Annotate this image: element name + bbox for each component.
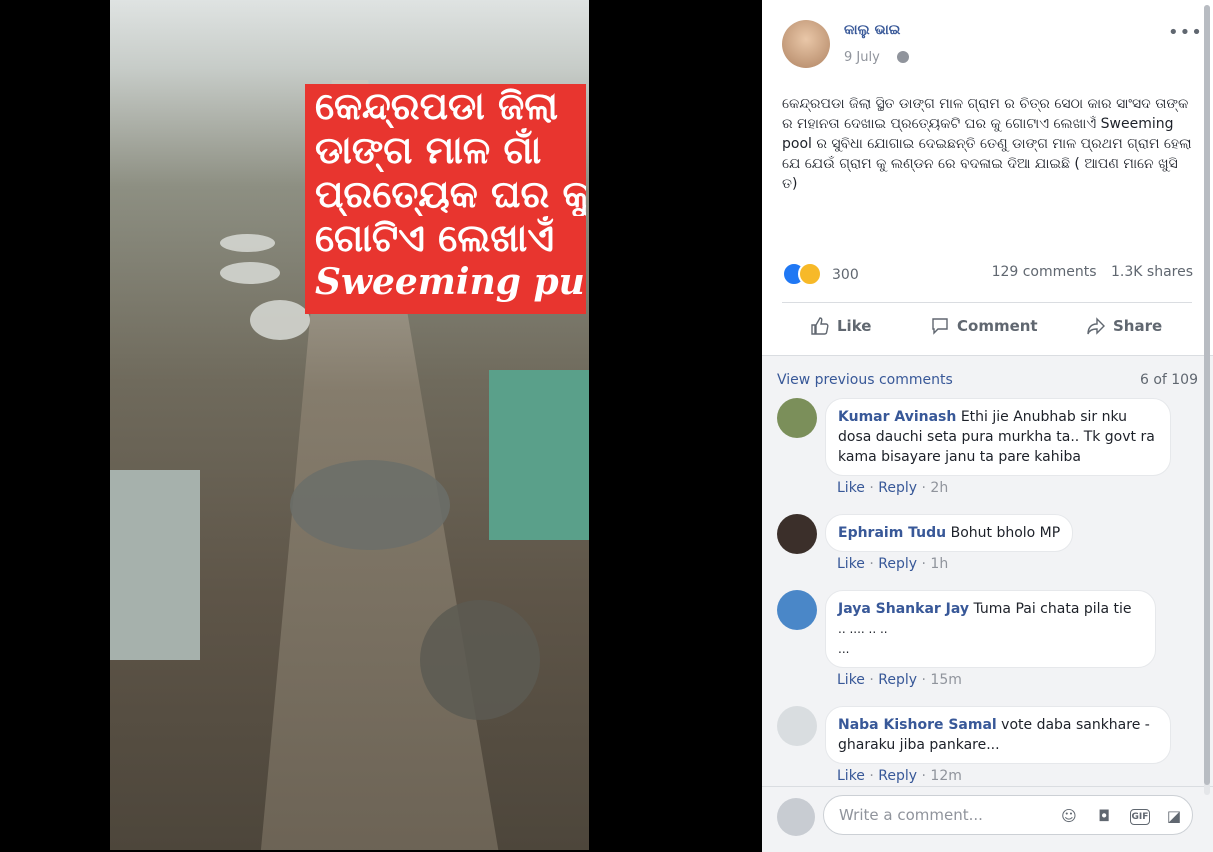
puddle bbox=[220, 262, 280, 284]
comment-time[interactable]: 15m bbox=[930, 672, 961, 688]
comment-reply-link[interactable]: Reply bbox=[878, 556, 917, 572]
comment-icon bbox=[932, 318, 948, 335]
author-avatar[interactable] bbox=[782, 20, 830, 68]
share-button[interactable]: Share bbox=[1086, 316, 1162, 336]
comment-text-line: .. .... .. .. bbox=[838, 622, 888, 636]
comment-input[interactable]: Write a comment... ☺ ◘ GIF ◪ bbox=[823, 795, 1193, 835]
comment-time[interactable]: 12m bbox=[930, 768, 961, 784]
haha-reaction-icon bbox=[798, 262, 822, 286]
sticker-icon[interactable]: ◪ bbox=[1165, 807, 1183, 825]
emoji-icon[interactable]: ☺ bbox=[1060, 807, 1078, 825]
banner-line: ଡାଙ୍ଗ ମାଳ ଗାଁ bbox=[315, 128, 542, 172]
comment-text: Tuma Pai chata pila tie bbox=[973, 601, 1132, 617]
commenter-avatar[interactable] bbox=[777, 590, 817, 630]
comment-actions: Like · Reply · 2h bbox=[837, 480, 949, 496]
puddle bbox=[250, 300, 310, 340]
post-text: କେନ୍ଦ୍ରପଡା ଜିଲା ସ୍ଥିତ ଡାଙ୍ଗ ମାଳ ଗ୍ରାମ ର … bbox=[782, 96, 1192, 192]
comment-bubble: Jaya Shankar Jay Tuma Pai chata pila tie… bbox=[825, 590, 1156, 668]
comment-bubble: Naba Kishore Samal vote daba sankhare - … bbox=[825, 706, 1171, 764]
commenter-avatar[interactable] bbox=[777, 706, 817, 746]
commenter-name[interactable]: Ephraim Tudu bbox=[838, 525, 946, 541]
like-button[interactable]: Like bbox=[810, 316, 871, 336]
comment-reply-link[interactable]: Reply bbox=[878, 672, 917, 688]
post-date[interactable]: 9 July bbox=[844, 50, 880, 65]
photo-caption-banner: କେନ୍ଦ୍ରପଡା ଜିଲା ଡାଙ୍ଗ ମାଳ ଗାଁ ପ୍ରତ୍ୟେକ ଘ… bbox=[305, 84, 586, 314]
comment-reply-link[interactable]: Reply bbox=[878, 768, 917, 784]
building-right bbox=[489, 370, 589, 540]
post-side-panel: କାଲୁ ଭାଇ 9 July ••• କେନ୍ଦ୍ରପଡା ଜିଲା ସ୍ଥି… bbox=[762, 0, 1213, 852]
view-previous-comments-link[interactable]: View previous comments bbox=[777, 372, 953, 388]
banner-english: Sweeming pull bbox=[315, 261, 586, 303]
comment-text-line: ... bbox=[838, 642, 850, 656]
comment-like-link[interactable]: Like bbox=[837, 556, 865, 572]
reactions-count[interactable]: 300 bbox=[832, 267, 859, 283]
building-left bbox=[110, 470, 200, 660]
comment-bubble: Kumar Avinash Ethi jie Anubhab sir nku d… bbox=[825, 398, 1171, 476]
puddle bbox=[290, 460, 450, 550]
commenter-avatar[interactable] bbox=[777, 514, 817, 554]
scrollbar-thumb[interactable] bbox=[1204, 5, 1210, 785]
comments-section: View previous comments 6 of 109 Kumar Av… bbox=[762, 355, 1213, 852]
comment-input-placeholder: Write a comment... bbox=[839, 806, 983, 824]
commenter-name[interactable]: Jaya Shankar Jay bbox=[838, 601, 969, 617]
share-icon bbox=[1087, 317, 1105, 335]
engagement-counts: 129 comments 1.3K shares bbox=[982, 264, 1193, 280]
commenter-name[interactable]: Kumar Avinash bbox=[838, 409, 956, 425]
write-comment-row: Write a comment... ☺ ◘ GIF ◪ bbox=[762, 786, 1213, 852]
thumbs-up-icon bbox=[811, 317, 829, 335]
divider bbox=[782, 302, 1192, 303]
like-label: Like bbox=[837, 317, 872, 335]
comment-like-link[interactable]: Like bbox=[837, 672, 865, 688]
comment-time[interactable]: 2h bbox=[930, 480, 948, 496]
comment-bubble: Ephraim Tudu Bohut bholo MP bbox=[825, 514, 1074, 552]
comment-text: Bohut bholo MP bbox=[950, 525, 1061, 541]
puddle bbox=[420, 600, 540, 720]
comment-actions: Like · Reply · 1h bbox=[837, 556, 949, 572]
globe-icon bbox=[897, 51, 909, 63]
commenter-name[interactable]: Naba Kishore Samal bbox=[838, 717, 997, 733]
gif-icon[interactable]: GIF bbox=[1130, 809, 1150, 825]
current-user-avatar bbox=[777, 798, 815, 836]
comment-button[interactable]: Comment bbox=[930, 316, 1038, 336]
comment-actions: Like · Reply · 15m bbox=[837, 672, 962, 688]
comments-count[interactable]: 129 comments bbox=[992, 264, 1097, 280]
more-options-icon[interactable]: ••• bbox=[1168, 22, 1203, 43]
banner-line: କେନ୍ଦ୍ରପଡା ଜିଲା bbox=[315, 84, 559, 128]
comment-time[interactable]: 1h bbox=[930, 556, 948, 572]
comment-like-link[interactable]: Like bbox=[837, 480, 865, 496]
shares-count[interactable]: 1.3K shares bbox=[1111, 264, 1193, 280]
comment-actions: Like · Reply · 12m bbox=[837, 768, 962, 784]
comment-like-link[interactable]: Like bbox=[837, 768, 865, 784]
comments-count-of: 6 of 109 bbox=[1139, 372, 1198, 388]
banner-line: ଗୋଟିଏ ଲେଖାଏଁ bbox=[315, 216, 555, 260]
comment-reply-link[interactable]: Reply bbox=[878, 480, 917, 496]
banner-line: ପ୍ରତ୍ୟେକ ଘର କୁ bbox=[315, 172, 586, 216]
camera-icon[interactable]: ◘ bbox=[1095, 807, 1113, 825]
author-name[interactable]: କାଲୁ ଭାଇ bbox=[844, 22, 900, 38]
commenter-avatar[interactable] bbox=[777, 398, 817, 438]
puddle bbox=[220, 234, 275, 252]
share-label: Share bbox=[1113, 317, 1163, 335]
comment-label: Comment bbox=[957, 317, 1038, 335]
